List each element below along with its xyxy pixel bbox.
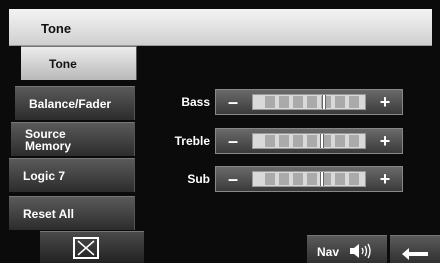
sidebar-item-label: Reset All — [23, 206, 74, 221]
nav-button[interactable]: Nav — [307, 235, 387, 263]
return-arrow-icon — [400, 244, 430, 263]
sidebar-item-logic-7[interactable]: Logic 7 — [9, 158, 135, 192]
sub-minus-button[interactable]: – — [218, 167, 248, 191]
tone-screen: Tone Tone Balance/Fader Source Memory Lo… — [0, 0, 440, 263]
bass-minus-button[interactable]: – — [218, 90, 248, 114]
bass-plus-button[interactable]: + — [370, 90, 400, 114]
back-button[interactable] — [390, 235, 440, 263]
sub-label: Sub — [187, 172, 210, 186]
sub-track[interactable] — [252, 171, 366, 187]
sidebar-item-balance-fader[interactable]: Balance/Fader — [15, 86, 135, 120]
sidebar-item-label: Balance/Fader — [29, 96, 112, 111]
treble-label: Treble — [174, 134, 210, 148]
close-x-icon — [73, 237, 99, 259]
treble-track[interactable] — [252, 133, 366, 149]
sidebar-item-label: Tone — [49, 56, 77, 71]
bass-slider-thumb[interactable] — [322, 95, 326, 109]
nav-button-label: Nav — [317, 245, 340, 259]
header-bar: Tone — [9, 9, 432, 46]
page-title: Tone — [41, 21, 72, 36]
sub-slider: – + — [215, 166, 403, 192]
treble-slider: – + — [215, 128, 403, 154]
sidebar-item-reset-all[interactable]: Reset All — [9, 196, 135, 230]
treble-minus-button[interactable]: – — [218, 129, 248, 153]
sidebar-item-tone[interactable]: Tone — [21, 46, 137, 80]
treble-plus-button[interactable]: + — [370, 129, 400, 153]
treble-slider-thumb[interactable] — [320, 134, 324, 148]
bass-slider: – + — [215, 89, 403, 115]
sub-slider-thumb[interactable] — [320, 172, 324, 186]
bass-track[interactable] — [252, 94, 366, 110]
sidebar-item-label: Logic 7 — [23, 168, 66, 183]
sub-plus-button[interactable]: + — [370, 167, 400, 191]
bass-label: Bass — [181, 95, 210, 109]
speaker-icon — [349, 243, 373, 262]
sidebar-item-label: Source Memory — [25, 126, 72, 153]
sidebar-item-source-memory[interactable]: Source Memory — [11, 122, 135, 156]
